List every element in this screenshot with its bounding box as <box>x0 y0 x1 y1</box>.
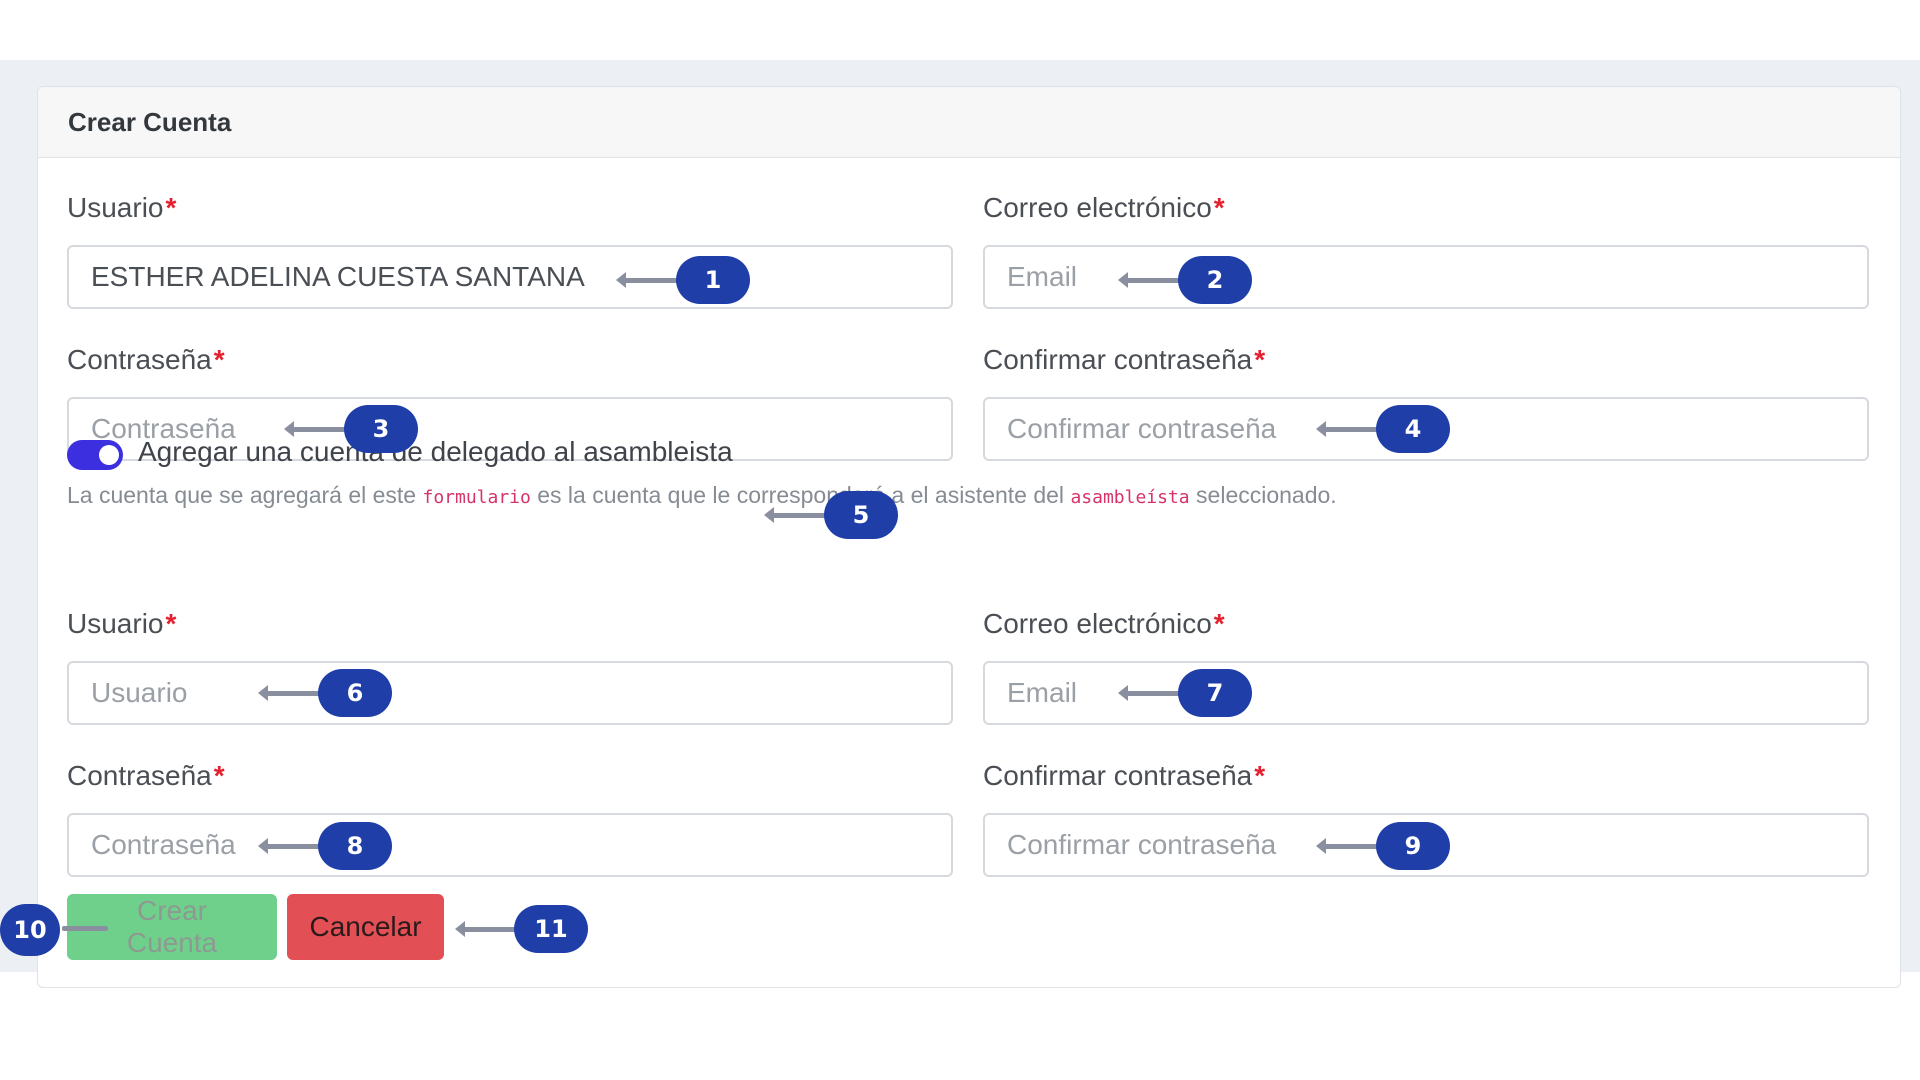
callout-line <box>1126 278 1182 283</box>
annotation-badge: 5 <box>824 491 898 539</box>
required-mark: * <box>1254 760 1266 791</box>
annotation-badge: 8 <box>318 822 392 870</box>
required-mark: * <box>213 760 225 791</box>
help-text-part3: seleccionado. <box>1189 482 1337 508</box>
delegate-password-input[interactable] <box>67 813 953 877</box>
password-label-text: Contraseña <box>67 344 212 375</box>
delegate-toggle-switch[interactable] <box>67 440 123 470</box>
callout-line <box>1324 427 1380 432</box>
callout-line <box>463 927 519 932</box>
delegate-email-input[interactable] <box>983 661 1869 725</box>
card-title: Crear Cuenta <box>68 107 232 137</box>
annotation-badge: 7 <box>1178 669 1252 717</box>
email-label-text: Correo electrónico <box>983 192 1212 223</box>
annotation-badge: 6 <box>318 669 392 717</box>
callout-line <box>624 278 680 283</box>
help-text-part1: La cuenta que se agregará el este <box>67 482 423 508</box>
email-input[interactable] <box>983 245 1869 309</box>
callout-line <box>1324 844 1380 849</box>
delegate-usuario-input[interactable] <box>67 661 953 725</box>
usuario-label: Usuario* <box>67 192 176 224</box>
help-code-asambleista: asambleísta <box>1070 487 1190 508</box>
toggle-knob <box>99 445 119 465</box>
usuario-input[interactable] <box>67 245 953 309</box>
callout-line <box>772 513 828 518</box>
callout-line <box>292 427 348 432</box>
delegate-email-label: Correo electrónico* <box>983 608 1225 640</box>
delegate-password-label-text: Contraseña <box>67 760 212 791</box>
annotation-badge: 1 <box>676 256 750 304</box>
callout-line <box>266 691 322 696</box>
help-code-formulario: formulario <box>422 487 531 508</box>
annotation-badge: 2 <box>1178 256 1252 304</box>
usuario-label-text: Usuario <box>67 192 164 223</box>
confirm-password-label-text: Confirmar contraseña <box>983 344 1253 375</box>
card-header: Crear Cuenta <box>38 87 1900 158</box>
delegate-email-label-text: Correo electrónico <box>983 608 1212 639</box>
required-mark: * <box>1213 192 1225 223</box>
cancel-button[interactable]: Cancelar <box>287 894 444 960</box>
required-mark: * <box>213 344 225 375</box>
annotation-badge: 4 <box>1376 405 1450 453</box>
required-mark: * <box>1254 344 1266 375</box>
required-mark: * <box>165 608 177 639</box>
delegate-usuario-label: Usuario* <box>67 608 176 640</box>
confirm-password-label: Confirmar contraseña* <box>983 344 1265 376</box>
callout-line <box>266 844 322 849</box>
callout-line <box>62 926 108 931</box>
delegate-confirm-password-label-text: Confirmar contraseña <box>983 760 1253 791</box>
delegate-help-text: La cuenta que se agregará el este formul… <box>67 482 1337 509</box>
delegate-toggle-label[interactable]: Agregar una cuenta de delegado al asambl… <box>138 436 733 468</box>
annotation-badge: 3 <box>344 405 418 453</box>
annotation-badge: 10 <box>0 904 60 956</box>
help-text-part2: es la cuenta que le corresponderá a el a… <box>530 482 1071 508</box>
delegate-usuario-label-text: Usuario <box>67 608 164 639</box>
password-label: Contraseña* <box>67 344 225 376</box>
delegate-password-label: Contraseña* <box>67 760 225 792</box>
delegate-confirm-password-label: Confirmar contraseña* <box>983 760 1265 792</box>
required-mark: * <box>1213 608 1225 639</box>
callout-line <box>1126 691 1182 696</box>
annotation-badge: 11 <box>514 905 588 953</box>
required-mark: * <box>165 192 177 223</box>
email-label: Correo electrónico* <box>983 192 1225 224</box>
annotation-badge: 9 <box>1376 822 1450 870</box>
